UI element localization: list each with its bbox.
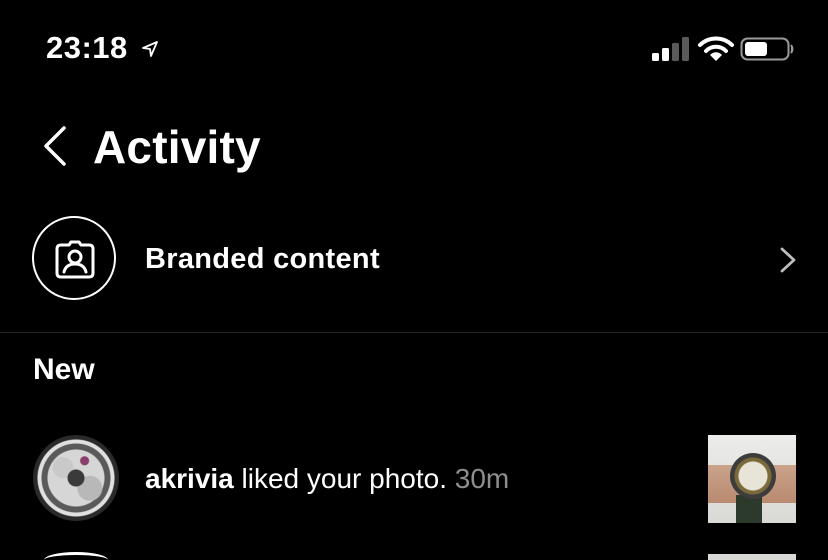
activity-time: 30m (454, 463, 510, 494)
chevron-right-icon (780, 247, 796, 273)
wifi-icon (698, 36, 734, 61)
thumbnail-watch-case (730, 453, 776, 499)
activity-text: akrivia liked your photo. 30m (145, 463, 509, 495)
branded-content-row[interactable]: Branded content (0, 210, 828, 310)
branded-content-label: Branded content (145, 243, 380, 275)
chevron-left-icon (44, 126, 66, 166)
status-time: 23:18 (46, 30, 128, 65)
branded-content-badge-icon (55, 240, 95, 279)
post-thumbnail[interactable] (708, 435, 796, 523)
status-bar: 23:18 (0, 0, 828, 100)
section-heading-new: New (33, 353, 95, 386)
battery-icon (740, 37, 794, 61)
activity-action: liked your photo. (233, 463, 455, 494)
thumbnail-strap (736, 495, 762, 523)
page-title: Activity (93, 121, 261, 173)
next-item-thumbnail-edge (708, 554, 796, 560)
avatar[interactable] (33, 435, 119, 521)
divider (0, 332, 828, 333)
header: Activity (0, 110, 828, 190)
next-item-avatar-edge (44, 552, 108, 560)
location-arrow-icon (142, 41, 158, 57)
activity-list-item[interactable]: akrivia liked your photo. 30m (0, 430, 828, 530)
back-button[interactable] (34, 124, 78, 168)
branded-content-icon-circle (32, 216, 116, 300)
cellular-signal-icon (652, 37, 689, 61)
activity-username[interactable]: akrivia (145, 463, 234, 494)
